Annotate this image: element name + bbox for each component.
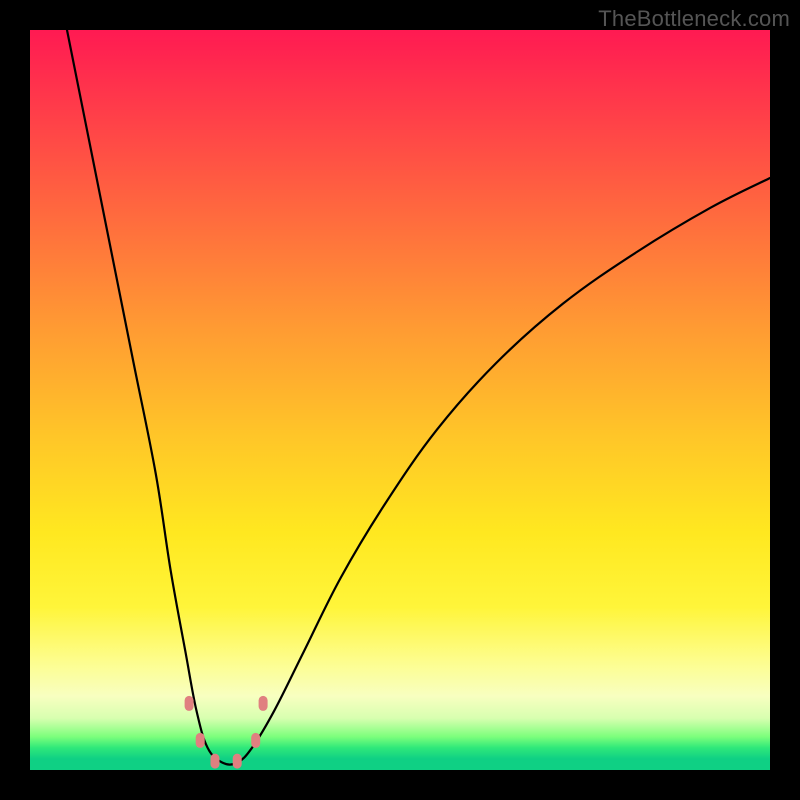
watermark-text: TheBottleneck.com [598, 6, 790, 32]
curve-marker [211, 754, 220, 769]
curve-marker [251, 733, 260, 748]
curve-marker [196, 733, 205, 748]
chart-frame: TheBottleneck.com [0, 0, 800, 800]
bottleneck-curve [67, 30, 770, 765]
curve-marker [259, 696, 268, 711]
plot-area [30, 30, 770, 770]
curve-marker [233, 754, 242, 769]
curve-markers [185, 696, 268, 769]
curve-marker [185, 696, 194, 711]
curve-svg [30, 30, 770, 770]
